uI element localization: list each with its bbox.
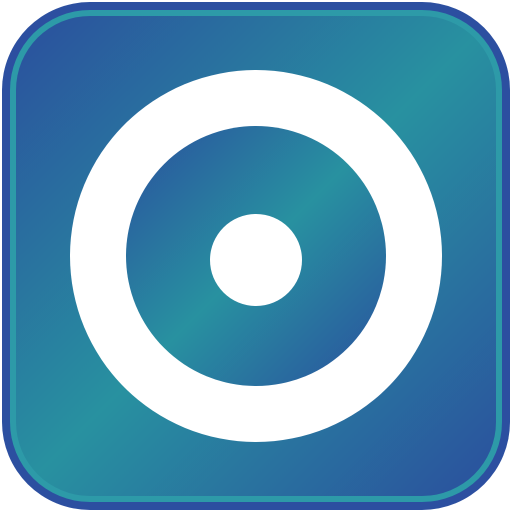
disc-center-dot	[210, 214, 302, 306]
app-icon[interactable]	[0, 0, 512, 512]
disc-icon	[2, 2, 510, 510]
